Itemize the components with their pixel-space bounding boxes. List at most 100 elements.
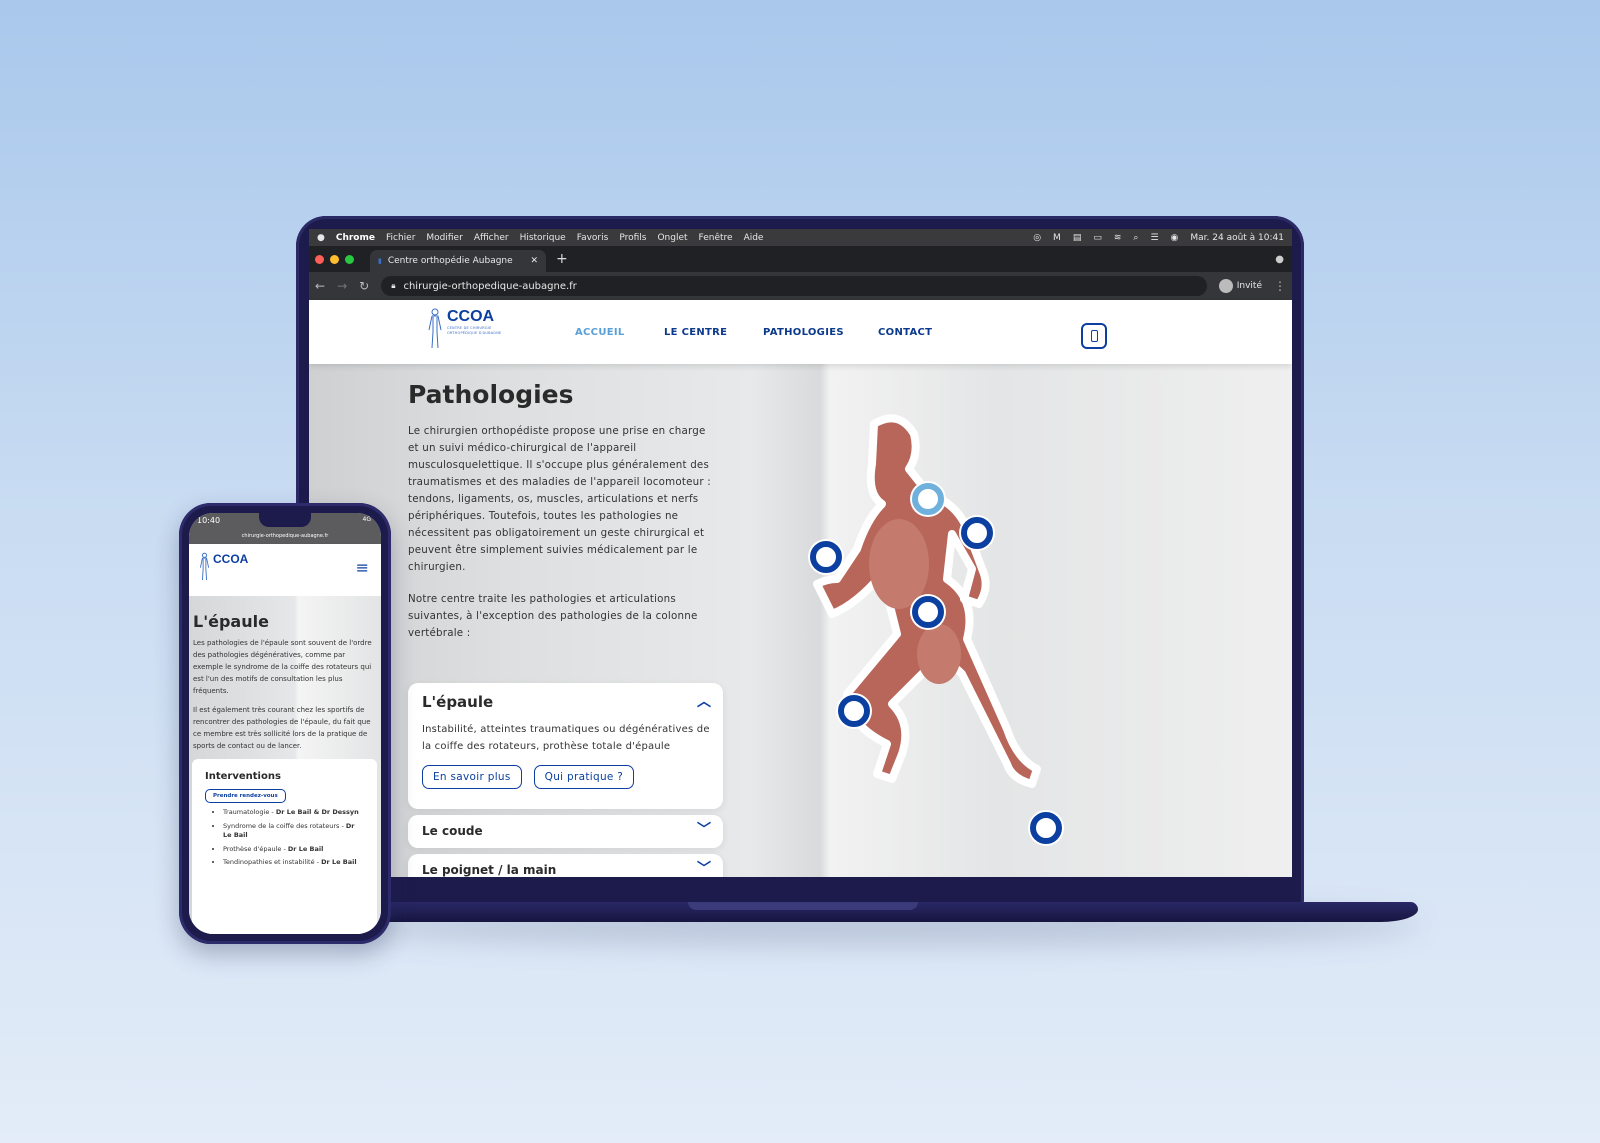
- hotspot-wrist[interactable]: [810, 541, 842, 573]
- menu-kebab-icon[interactable]: ⋮: [1274, 279, 1286, 293]
- interventions-card: Interventions Prendre rendez-vous Trauma…: [192, 759, 377, 934]
- search-icon[interactable]: ⌕: [1133, 233, 1138, 243]
- phone-call-button[interactable]: [1081, 323, 1107, 349]
- tab-title: Centre orthopédie Aubagne: [387, 256, 513, 266]
- accordion-title[interactable]: L'épaule: [422, 693, 493, 711]
- address-bar[interactable]: 🔒︎ chirurgie-orthopedique-aubagne.fr: [381, 276, 1207, 296]
- site-header: CCOA CENTRE DE CHIRURGIE ORTHOPÉDIQUE D'…: [309, 300, 1292, 364]
- site-logo[interactable]: CCOA CENTRE DE CHIRURGIE ORTHOPÉDIQUE D'…: [427, 308, 501, 350]
- nav-le-centre[interactable]: LE CENTRE: [664, 327, 727, 338]
- phone-paragraph: Les pathologies de l'épaule sont souvent…: [193, 639, 372, 695]
- siri-icon[interactable]: ◉: [1171, 233, 1179, 243]
- menu-item[interactable]: Favoris: [577, 233, 609, 243]
- menu-item[interactable]: Historique: [520, 233, 566, 243]
- forward-icon[interactable]: →: [337, 279, 347, 293]
- macos-menubar: ● Chrome Fichier Modifier Afficher Histo…: [309, 229, 1292, 246]
- accordion-item-epaule: L'épaule ︿ Instabilité, atteintes trauma…: [408, 683, 723, 809]
- nav-accueil[interactable]: ACCUEIL: [575, 327, 625, 338]
- logo-subtitle: ORTHOPÉDIQUE D'AUBAGNE: [447, 331, 502, 335]
- hotspot-elbow[interactable]: [961, 517, 993, 549]
- hotspot-ankle[interactable]: [1030, 812, 1062, 844]
- calendar-icon[interactable]: ▤: [1073, 233, 1082, 243]
- tab-search-icon[interactable]: ●: [1275, 254, 1284, 265]
- phone-icon: [1090, 330, 1098, 342]
- accordion-title: Le coude: [422, 824, 483, 838]
- menu-item[interactable]: Afficher: [474, 233, 509, 243]
- intervention-name: Prothèse d'épaule -: [223, 844, 288, 853]
- intro-paragraph-2: Notre centre traite les pathologies et a…: [408, 593, 698, 639]
- laptop-notch: [688, 902, 918, 910]
- wifi-icon[interactable]: ≋: [1114, 233, 1122, 243]
- phone-paragraph: Il est également très courant chez les s…: [193, 706, 371, 750]
- phone-frame: 10:40 4G chirurgie-orthopedique-aubagne.…: [179, 503, 391, 944]
- control-center-icon[interactable]: ☰: [1150, 233, 1158, 243]
- intervention-item: Tendinopathies et instabilité - Dr Le Ba…: [223, 858, 364, 868]
- toolbar: ← → ↻ 🔒︎ chirurgie-orthopedique-aubagne.…: [309, 272, 1292, 300]
- site-logo[interactable]: CCOA: [199, 552, 248, 582]
- reload-icon[interactable]: ↻: [359, 279, 369, 293]
- intervention-doctor: Dr Le Bail & Dr Dessyn: [275, 808, 359, 816]
- maximize-window-button[interactable]: [345, 254, 354, 264]
- hotspot-knee[interactable]: [838, 695, 870, 727]
- qui-pratique-button[interactable]: Qui pratique ?: [533, 765, 635, 789]
- intervention-doctor: Dr Le Bail: [287, 844, 324, 853]
- intervention-item: Syndrome de la coiffe des rotateurs - Dr…: [223, 822, 364, 841]
- accordion-item-poignet[interactable]: Le poignet / la main ﹀: [408, 854, 723, 877]
- profile-button[interactable]: Invité: [1218, 279, 1262, 293]
- accordion-item-coude[interactable]: Le coude ﹀: [408, 815, 723, 848]
- phone-url[interactable]: chirurgie-orthopedique-aubagne.fr: [189, 533, 381, 539]
- accordion-text: Instabilité, atteintes traumatiques ou d…: [422, 724, 710, 752]
- menu-item[interactable]: Fenêtre: [699, 233, 733, 243]
- chevron-down-icon[interactable]: ﹀: [697, 858, 711, 877]
- url-text: chirurgie-orthopedique-aubagne.fr: [403, 280, 577, 292]
- menu-app[interactable]: Chrome: [336, 233, 375, 243]
- phone-page-title: L'épaule: [193, 612, 269, 631]
- logo-text: CCOA: [213, 552, 249, 566]
- intro-paragraph: Le chirurgien orthopédiste propose une p…: [408, 425, 711, 573]
- creative-cloud-icon[interactable]: ◎: [1033, 233, 1041, 243]
- new-tab-icon[interactable]: +: [556, 251, 568, 267]
- hotspot-shoulder[interactable]: [912, 483, 944, 515]
- menu-item[interactable]: Aide: [744, 233, 764, 243]
- human-figure-logo-icon: [428, 308, 442, 349]
- battery-icon[interactable]: ▭: [1093, 233, 1102, 243]
- nav-contact[interactable]: CONTACT: [878, 327, 932, 338]
- clock[interactable]: Mar. 24 août à 10:41: [1190, 233, 1284, 243]
- phone-time: 10:40: [197, 516, 221, 525]
- human-figure-logo-icon: [199, 552, 210, 581]
- intervention-name: Syndrome de la coiffe des rotateurs -: [223, 821, 346, 830]
- accordion-title: Le poignet / la main: [422, 863, 557, 877]
- prendre-rendez-vous-button[interactable]: Prendre rendez-vous: [205, 789, 286, 803]
- menu-item[interactable]: Profils: [619, 233, 646, 243]
- tab-bar: ▮ Centre orthopédie Aubagne ✕ + ●: [309, 246, 1292, 272]
- intervention-item: Traumatologie - Dr Le Bail & Dr Dessyn: [223, 808, 364, 818]
- menu-item[interactable]: Onglet: [657, 233, 687, 243]
- malwarebytes-icon[interactable]: M: [1053, 233, 1061, 243]
- close-window-button[interactable]: [315, 254, 324, 264]
- intervention-name: Tendinopathies et instabilité -: [223, 858, 322, 866]
- nav-pathologies[interactable]: PATHOLOGIES: [763, 327, 844, 338]
- main-content: Pathologies Le chirurgien orthopédiste p…: [309, 364, 1292, 877]
- en-savoir-plus-button[interactable]: En savoir plus: [422, 765, 522, 789]
- profile-label: Invité: [1236, 281, 1262, 291]
- chevron-down-icon[interactable]: ﹀: [697, 819, 711, 839]
- apple-icon[interactable]: ●: [317, 233, 325, 243]
- hotspot-hip[interactable]: [912, 596, 944, 628]
- menu-item[interactable]: Modifier: [426, 233, 462, 243]
- phone-content: L'épaule Les pathologies de l'épaule son…: [189, 596, 381, 934]
- hamburger-menu-icon[interactable]: ≡: [356, 558, 369, 577]
- menu-item[interactable]: Fichier: [386, 233, 415, 243]
- anatomy-runner-illustration: [813, 414, 1041, 788]
- laptop-screen: ● Chrome Fichier Modifier Afficher Histo…: [309, 229, 1292, 877]
- phone-screen: 10:40 4G chirurgie-orthopedique-aubagne.…: [189, 513, 381, 934]
- intervention-name: Traumatologie -: [223, 808, 276, 816]
- chevron-up-icon[interactable]: ︿: [697, 691, 711, 711]
- phone-site-header: CCOA ≡: [189, 544, 381, 596]
- browser-tab[interactable]: ▮ Centre orthopédie Aubagne ✕: [370, 250, 546, 272]
- minimize-window-button[interactable]: [330, 254, 339, 264]
- back-icon[interactable]: ←: [315, 279, 325, 293]
- phone-network: 4G: [362, 516, 371, 523]
- close-tab-icon[interactable]: ✕: [530, 256, 538, 266]
- favicon-icon: ▮: [378, 257, 382, 265]
- page-title: Pathologies: [408, 380, 574, 409]
